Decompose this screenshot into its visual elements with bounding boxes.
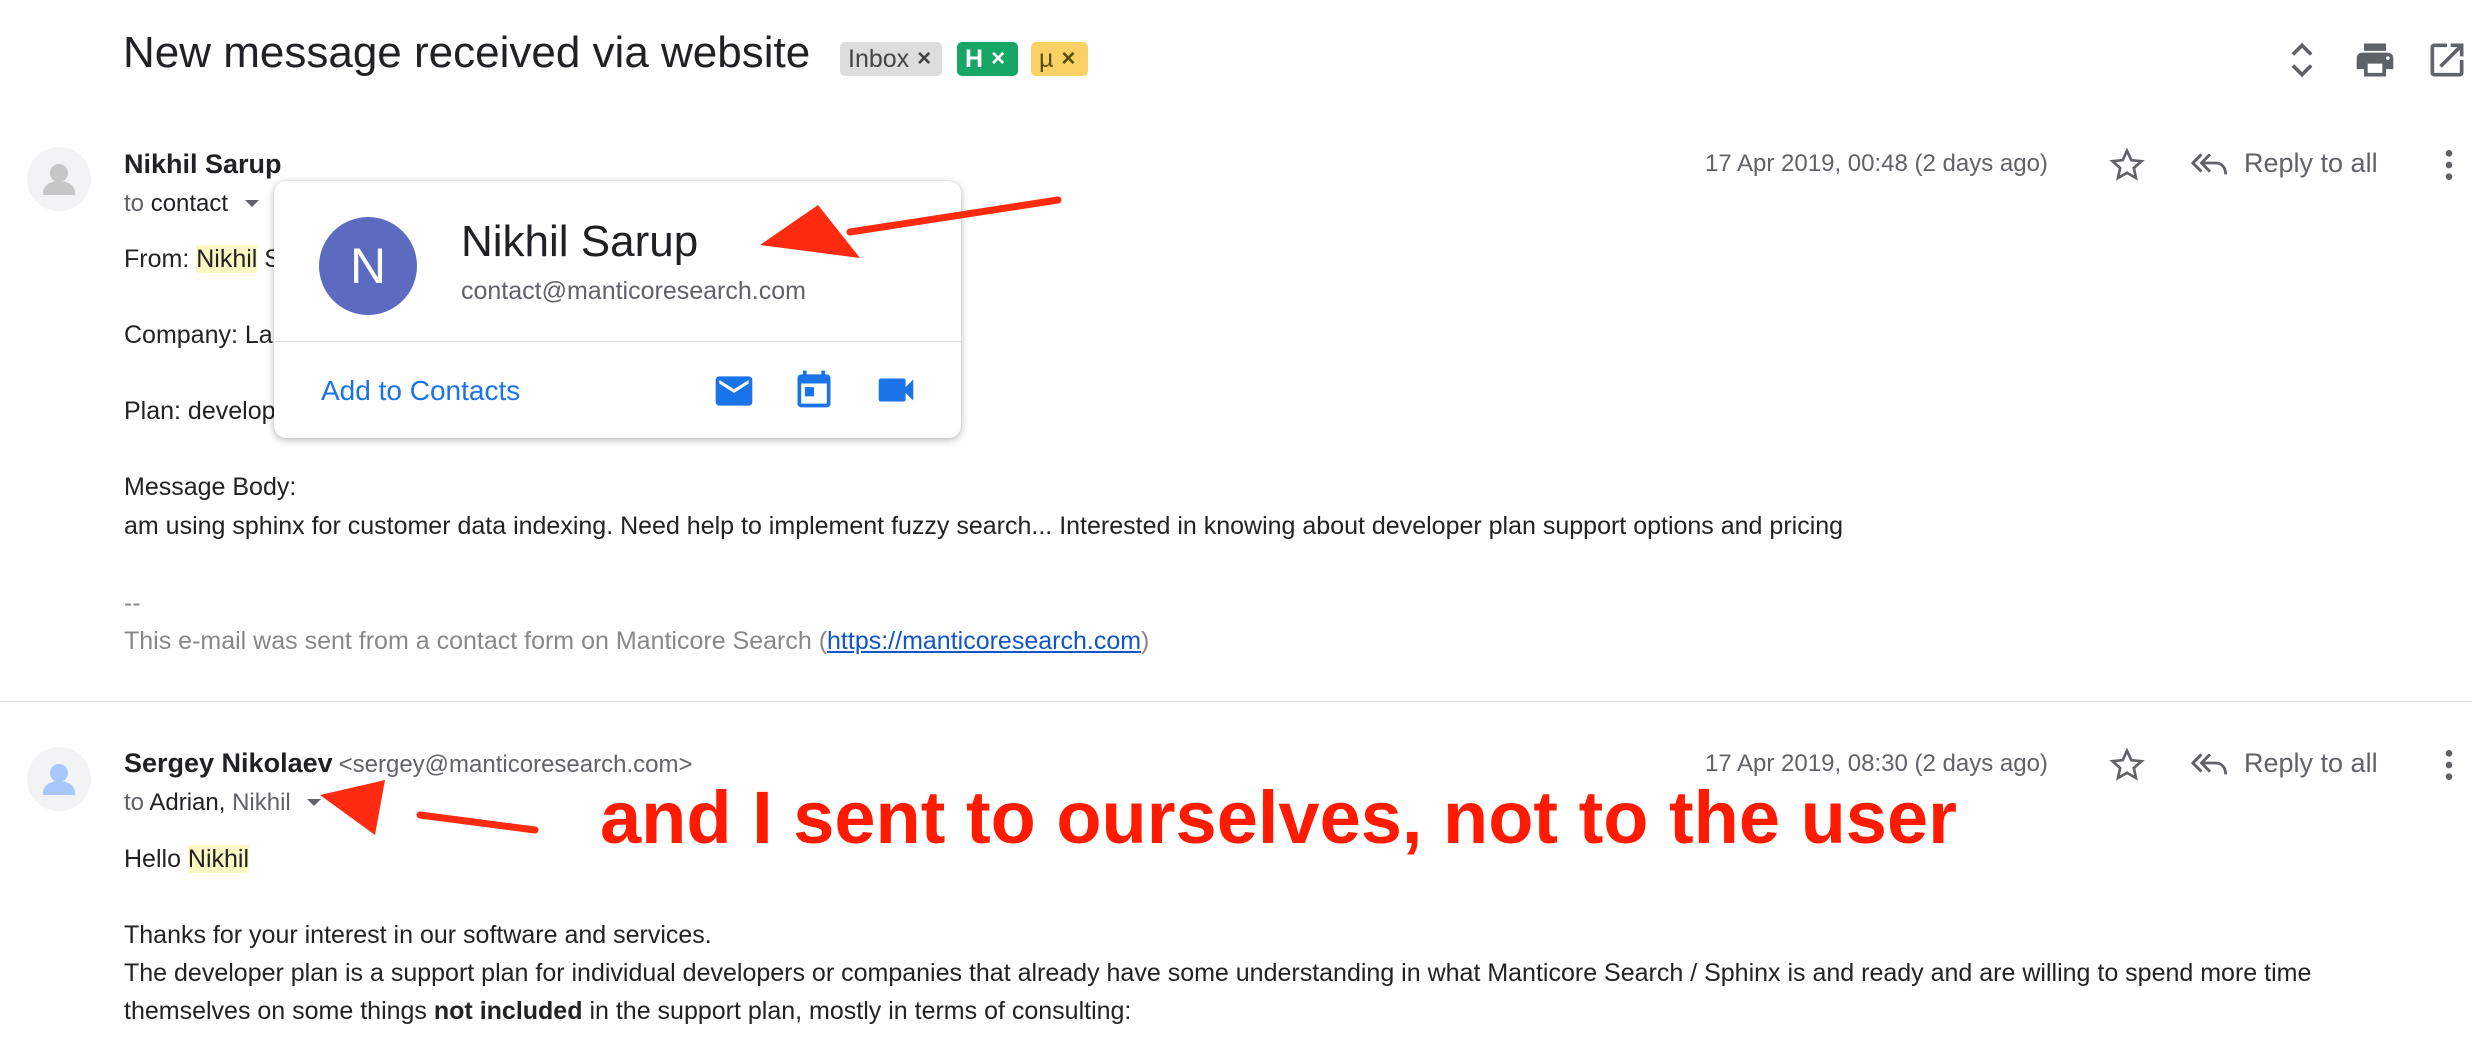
annotation-text: and I sent to ourselves, not to the user (600, 776, 1957, 859)
annotation-arrow-top (760, 196, 1062, 258)
annotation-arrows (320, 196, 1062, 835)
annotation-arrow-bottom (320, 780, 539, 835)
